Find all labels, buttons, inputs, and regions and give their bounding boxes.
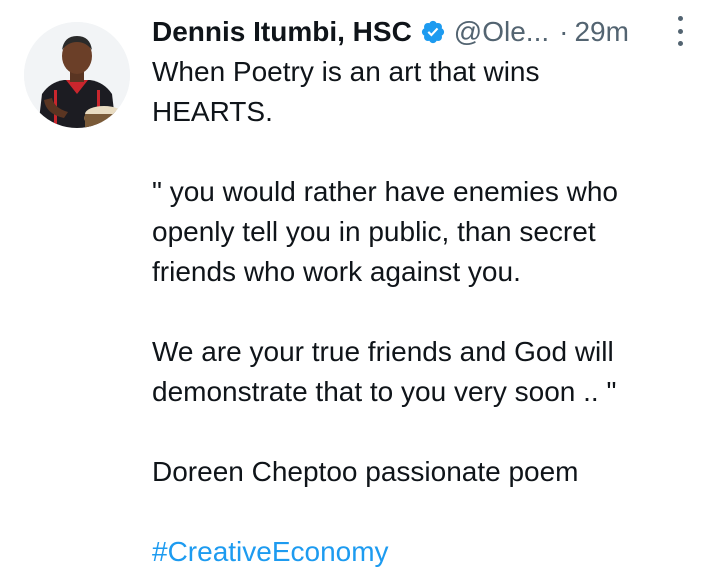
more-options-icon[interactable] bbox=[672, 16, 688, 46]
hashtag-link[interactable]: #CreativeEconomy bbox=[152, 532, 697, 572]
tweet-header: Dennis Itumbi, HSC @Ole... · 29m bbox=[152, 12, 712, 52]
author-handle[interactable]: @Ole... bbox=[454, 16, 549, 48]
avatar-image bbox=[24, 22, 130, 128]
tweet-line: HEARTS. bbox=[152, 96, 273, 127]
more-dot bbox=[677, 16, 683, 21]
tweet-line: demonstrate that to you very soon .. " bbox=[152, 376, 617, 407]
tweet-line: Doreen Cheptoo passionate poem bbox=[152, 456, 579, 487]
tweet-line: " you would rather have enemies who bbox=[152, 176, 618, 207]
tweet-line: openly tell you in public, than secret bbox=[152, 216, 596, 247]
more-dot bbox=[677, 41, 683, 46]
separator-dot: · bbox=[559, 16, 569, 47]
tweet-line: We are your true friends and God will bbox=[152, 336, 614, 367]
tweet-line: friends who work against you. bbox=[152, 256, 521, 287]
timestamp[interactable]: 29m bbox=[574, 16, 628, 48]
tweet: Dennis Itumbi, HSC @Ole... · 29m When Po… bbox=[0, 0, 720, 584]
tweet-text: When Poetry is an art that wins HEARTS. … bbox=[152, 52, 697, 572]
more-dot bbox=[677, 28, 683, 34]
verified-badge-icon bbox=[421, 20, 444, 44]
tweet-line: When Poetry is an art that wins bbox=[152, 56, 540, 87]
avatar[interactable] bbox=[24, 22, 130, 128]
author-name[interactable]: Dennis Itumbi, HSC bbox=[152, 16, 412, 48]
